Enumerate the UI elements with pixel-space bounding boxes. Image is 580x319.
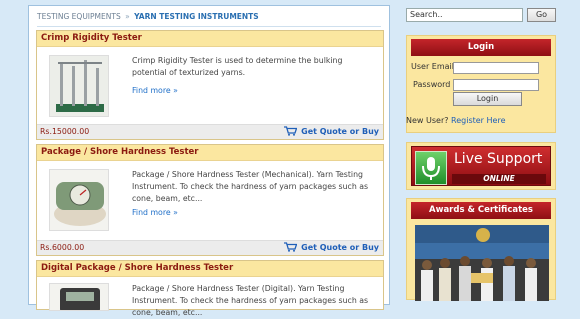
- user-email-label: User Email: [411, 62, 454, 71]
- microphone-icon: [415, 151, 447, 185]
- live-support-banner[interactable]: Live Support ONLINE: [406, 142, 556, 190]
- awards-panel: Awards & Certificates: [406, 198, 556, 301]
- product-price: Rs.6000.00: [40, 243, 85, 252]
- breadcrumb-current: YARN TESTING INSTRUMENTS: [134, 12, 259, 21]
- product-card-crimp-rigidity: Crimp Rigidity Tester Crimp Rigidity Tes…: [36, 30, 384, 140]
- product-title[interactable]: Crimp Rigidity Tester: [37, 31, 383, 47]
- get-quote-button[interactable]: Get Quote or Buy: [284, 242, 379, 252]
- awards-title: Awards & Certificates: [411, 202, 551, 219]
- award-ceremony-photo[interactable]: [415, 225, 549, 301]
- shopping-cart-icon: [284, 242, 298, 252]
- product-description: Package / Shore Hardness Tester (Mechani…: [132, 170, 369, 203]
- live-support-box: Live Support ONLINE: [411, 146, 551, 186]
- get-quote-label: Get Quote or Buy: [301, 242, 379, 252]
- search-input[interactable]: Search..: [406, 8, 523, 22]
- breadcrumb-separator: »: [125, 12, 130, 21]
- password-field[interactable]: [453, 79, 539, 91]
- product-image-crimp-rigidity[interactable]: [49, 55, 109, 117]
- login-button[interactable]: Login: [453, 92, 522, 106]
- product-image-digital-shore-hardness[interactable]: [49, 283, 109, 311]
- password-label: Password: [413, 80, 451, 89]
- sidebar: Search.. Go Login User Email Password Lo…: [406, 0, 556, 301]
- product-footer: Rs.15000.00 Get Quote or Buy: [37, 124, 383, 139]
- user-email-field[interactable]: [453, 62, 539, 74]
- breadcrumb: TESTING EQUIPMENTS » YARN TESTING INSTRU…: [37, 12, 381, 27]
- get-quote-label: Get Quote or Buy: [301, 126, 379, 136]
- live-support-title: Live Support: [454, 151, 543, 167]
- product-price: Rs.15000.00: [40, 127, 90, 136]
- find-more-link[interactable]: Find more »: [132, 86, 178, 95]
- login-title: Login: [411, 39, 551, 56]
- product-description: Crimp Rigidity Tester is used to determi…: [132, 56, 343, 77]
- shopping-cart-icon: [284, 126, 298, 136]
- product-footer: Rs.6000.00 Get Quote or Buy: [37, 240, 383, 255]
- product-title[interactable]: Package / Shore Hardness Tester: [37, 145, 383, 161]
- new-user-label: New User?: [406, 116, 449, 125]
- product-title[interactable]: Digital Package / Shore Hardness Tester: [37, 261, 383, 277]
- new-user-line: New User? Register Here: [406, 116, 505, 125]
- product-description: Package / Shore Hardness Tester (Digital…: [132, 284, 369, 317]
- product-card-digital-shore-hardness: Digital Package / Shore Hardness Tester …: [36, 260, 384, 317]
- breadcrumb-parent[interactable]: TESTING EQUIPMENTS: [37, 12, 121, 21]
- product-image-shore-hardness[interactable]: [49, 169, 109, 231]
- find-more-link[interactable]: Find more »: [132, 208, 178, 217]
- register-link[interactable]: Register Here: [451, 116, 505, 125]
- search-go-button[interactable]: Go: [527, 8, 556, 22]
- product-listing: TESTING EQUIPMENTS » YARN TESTING INSTRU…: [28, 5, 390, 317]
- get-quote-button[interactable]: Get Quote or Buy: [284, 126, 379, 136]
- product-card-shore-hardness: Package / Shore Hardness Tester Package …: [36, 144, 384, 256]
- online-status: ONLINE: [452, 174, 546, 184]
